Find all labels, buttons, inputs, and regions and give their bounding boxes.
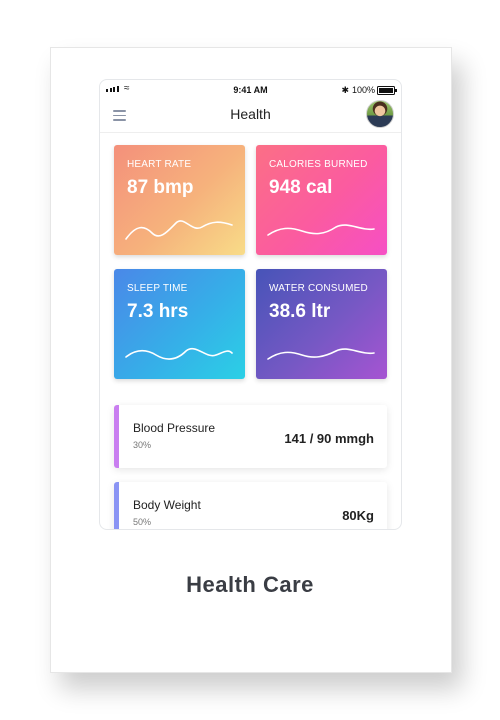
showcase-caption: Health Care (186, 572, 314, 597)
tile-heart-rate[interactable]: HEART RATE 87 bmp (114, 145, 245, 255)
tile-water-consumed[interactable]: WATER CONSUMED 38.6 ltr (256, 269, 387, 379)
tile-label: HEART RATE (127, 159, 192, 170)
water-wave-icon (267, 348, 375, 360)
tile-value: 7.3 hrs (127, 301, 189, 322)
tile-label: CALORIES BURNED (269, 159, 368, 170)
heart-rate-wave-icon (125, 220, 233, 240)
stat-reading: 80Kg (342, 508, 374, 523)
phone-screen: ≈ 9:41 AM ✱ 100% Health HEART RATE 87 bm… (99, 79, 402, 530)
tile-value: 87 bmp (127, 177, 194, 198)
stat-reading: 141 / 90 mmgh (284, 431, 374, 446)
app-header: Health (100, 100, 401, 133)
tile-sleep-time[interactable]: SLEEP TIME 7.3 hrs (114, 269, 245, 379)
tile-label: WATER CONSUMED (269, 283, 368, 294)
stat-accent-bar (114, 405, 119, 468)
stat-percent: 30% (133, 440, 152, 450)
battery-icon (377, 86, 397, 95)
stat-blood-pressure[interactable]: Blood Pressure 30% 141 / 90 mmgh (114, 405, 387, 468)
stat-accent-bar (114, 482, 119, 529)
tile-calories-burned[interactable]: CALORIES BURNED 948 cal (256, 145, 387, 255)
page-title: Health (230, 106, 271, 122)
status-bar: ≈ 9:41 AM ✱ 100% (100, 80, 401, 100)
tile-value: 38.6 ltr (269, 301, 331, 322)
stat-name: Body Weight (133, 498, 201, 512)
tile-label: SLEEP TIME (127, 283, 188, 294)
bluetooth-icon: ✱ (341, 85, 349, 95)
stat-body-weight[interactable]: Body Weight 50% 80Kg (114, 482, 387, 529)
tile-value: 948 cal (269, 177, 333, 198)
calories-wave-icon (267, 224, 375, 236)
battery-percent: 100% (351, 85, 375, 95)
sleep-wave-icon (125, 348, 233, 360)
avatar[interactable] (366, 100, 394, 128)
stat-name: Blood Pressure (133, 421, 216, 435)
stat-percent: 50% (133, 517, 152, 527)
